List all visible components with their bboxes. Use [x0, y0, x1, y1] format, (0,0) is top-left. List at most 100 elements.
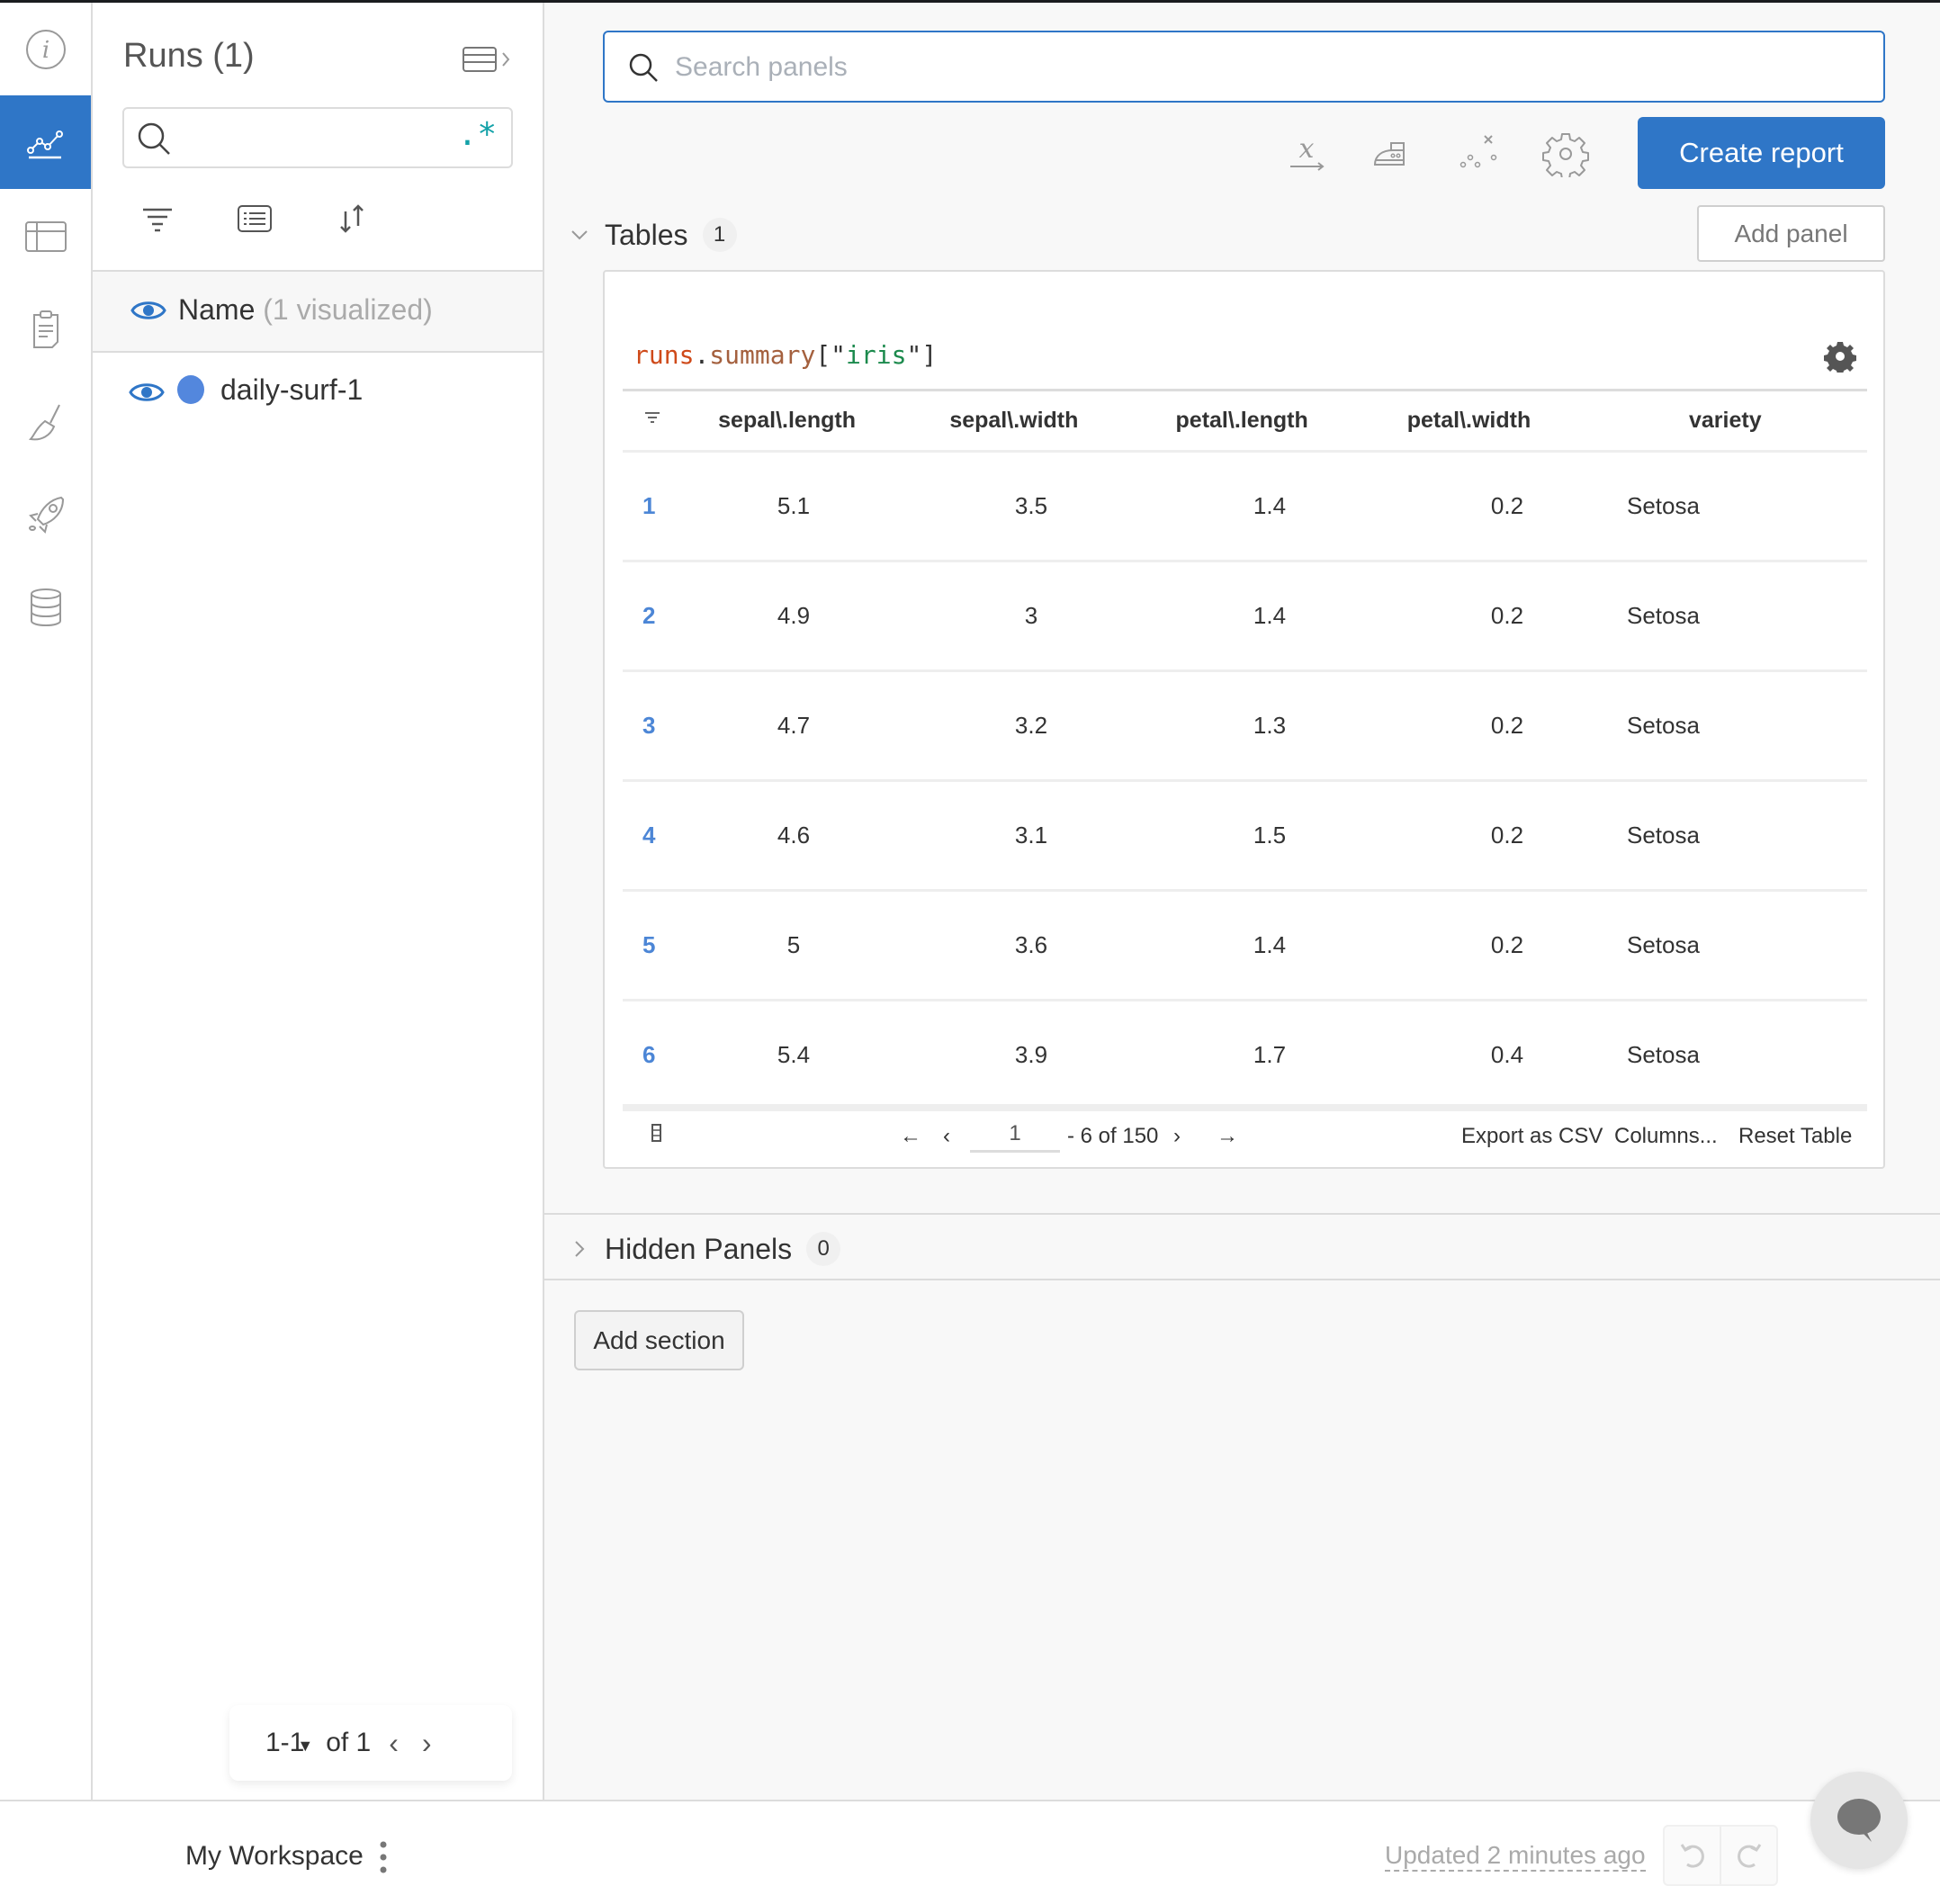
x-axis-settings-button[interactable]: x	[1283, 130, 1330, 177]
add-panel-button[interactable]: Add panel	[1697, 205, 1885, 262]
run-color-dot[interactable]	[177, 375, 204, 404]
column-header[interactable]: sepal\.length	[675, 408, 899, 434]
table-cell: 3.9	[1014, 1041, 1048, 1068]
row-index-link[interactable]: 4	[623, 822, 677, 849]
reset-table-button[interactable]: Reset Table	[1738, 1124, 1852, 1149]
table-cell: 3.2	[1014, 712, 1048, 739]
table-cell: 1.5	[1253, 822, 1287, 849]
runs-pagination: 1-1▼ of 1 ‹ ›	[229, 1705, 512, 1781]
add-section-button[interactable]: Add section	[574, 1310, 744, 1370]
table-header-row: sepal\.length sepal\.width petal\.length…	[623, 391, 1867, 453]
database-icon	[30, 588, 61, 627]
caret-down-icon: ▼	[297, 1737, 314, 1755]
table-row: 5 5 3.6 1.4 0.2 Setosa	[623, 892, 1867, 1001]
search-panels-input[interactable]	[675, 45, 1845, 90]
section-title: Hidden Panels	[605, 1232, 793, 1265]
next-page-button[interactable]: ›	[1173, 1124, 1181, 1149]
section-header-hidden-panels[interactable]: Hidden Panels 0	[567, 1232, 841, 1266]
rail-item-runs-table[interactable]	[0, 189, 91, 283]
scatter-outlier-icon	[1459, 135, 1497, 168]
runs-search-box: .*	[122, 107, 513, 168]
table-cell: 0.2	[1490, 602, 1524, 629]
redo-button[interactable]	[1720, 1827, 1776, 1884]
row-index-link[interactable]: 1	[623, 492, 677, 520]
table-cell: Setosa	[1627, 492, 1700, 519]
page-size-select[interactable]: 1-1▼	[265, 1728, 313, 1758]
run-name[interactable]: daily-surf-1	[220, 373, 363, 407]
expand-runs-table-button[interactable]	[462, 42, 516, 75]
export-csv-button[interactable]: Export as CSV	[1461, 1124, 1603, 1149]
prev-page-button[interactable]: ‹	[383, 1727, 404, 1760]
rail-item-overview[interactable]: i	[0, 3, 91, 96]
panel-expression[interactable]: runs.summary["iris"]	[633, 340, 937, 370]
column-header[interactable]: petal\.length	[1129, 408, 1354, 434]
expr-runs: runs	[633, 340, 695, 370]
next-page-button[interactable]: ›	[417, 1727, 437, 1760]
icon-rail: i	[0, 3, 93, 1800]
expr-summary: summary	[709, 340, 816, 370]
sort-icon	[340, 204, 364, 233]
group-button[interactable]	[235, 199, 274, 238]
table-cell: 4.7	[777, 712, 811, 739]
filter-button[interactable]	[138, 199, 177, 238]
rail-item-workspace[interactable]	[0, 95, 91, 189]
table-cell: Setosa	[1627, 822, 1700, 849]
row-index-link[interactable]: 2	[623, 602, 677, 630]
table-cell: 5.4	[777, 1041, 811, 1068]
runs-sidebar: Runs (1) .* Name (1 visualized) daily-su…	[93, 3, 544, 1800]
smoothing-button[interactable]	[1368, 130, 1415, 177]
column-header[interactable]: sepal\.width	[899, 408, 1129, 434]
workspace-settings-button[interactable]	[1542, 130, 1589, 180]
prev-page-button[interactable]: ‹	[943, 1124, 950, 1149]
workspace-name[interactable]: My Workspace	[185, 1841, 364, 1872]
eye-icon[interactable]	[129, 379, 165, 406]
undo-button[interactable]	[1665, 1827, 1720, 1884]
row-height-icon	[651, 1124, 661, 1142]
panel-settings-button[interactable]	[1824, 340, 1856, 374]
last-page-button[interactable]: →	[1217, 1124, 1238, 1149]
regex-toggle[interactable]: .*	[458, 116, 497, 153]
create-report-button[interactable]: Create report	[1638, 117, 1885, 189]
first-page-button[interactable]: ←	[900, 1124, 921, 1149]
rocket-icon	[28, 496, 64, 534]
table-cell: 4.9	[777, 602, 811, 629]
table-cell: Setosa	[1627, 931, 1700, 958]
undo-icon	[1680, 1844, 1704, 1868]
expr-key: iris	[846, 340, 907, 370]
outliers-button[interactable]	[1454, 130, 1501, 177]
gear-icon	[1824, 342, 1856, 374]
visualized-count: (1 visualized)	[263, 293, 433, 326]
rail-item-launch[interactable]	[0, 468, 91, 561]
table-cell: 5.1	[777, 492, 811, 519]
row-index-link[interactable]: 6	[623, 1041, 677, 1069]
last-updated-text[interactable]: Updated 2 minutes ago	[1385, 1841, 1646, 1872]
eye-icon[interactable]	[130, 297, 166, 324]
runs-list-header: Name (1 visualized)	[93, 270, 543, 353]
rail-item-reports[interactable]	[0, 282, 91, 375]
table-cell: 0.4	[1490, 1041, 1524, 1068]
rail-item-artifacts[interactable]	[0, 561, 91, 654]
sort-button[interactable]	[332, 199, 372, 238]
runs-search-input[interactable]	[185, 118, 455, 157]
row-index-link[interactable]: 3	[623, 712, 677, 740]
runs-toolbar	[138, 199, 372, 238]
columns-button[interactable]: Columns...	[1614, 1124, 1718, 1149]
page-range-text: - 6 of 150	[1067, 1124, 1159, 1148]
redo-icon	[1737, 1844, 1761, 1868]
info-icon: i	[25, 30, 66, 69]
column-header[interactable]: variety	[1584, 408, 1867, 434]
row-index-link[interactable]: 5	[623, 931, 677, 959]
table-cell: 0.2	[1490, 822, 1524, 849]
run-row[interactable]: daily-surf-1	[93, 359, 543, 431]
rail-item-sweeps[interactable]	[0, 375, 91, 469]
section-divider	[544, 1213, 1940, 1215]
expr-open: ["	[815, 340, 847, 370]
row-height-button[interactable]	[650, 1122, 664, 1150]
column-filter-button[interactable]	[623, 408, 675, 434]
chat-icon	[1837, 1799, 1881, 1842]
chat-support-button[interactable]	[1810, 1772, 1908, 1869]
section-header-tables[interactable]: Tables 1	[567, 218, 737, 252]
workspace-menu-button[interactable]	[374, 1839, 392, 1875]
page-number-input[interactable]	[970, 1117, 1060, 1153]
column-header[interactable]: petal\.width	[1354, 408, 1583, 434]
